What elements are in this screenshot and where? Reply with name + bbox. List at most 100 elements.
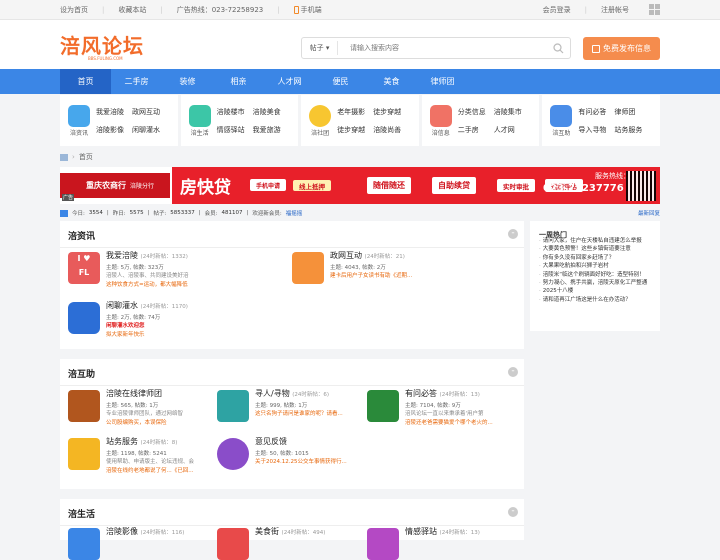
quick-link[interactable]: 老年摄影 <box>337 107 365 117</box>
news-icon[interactable] <box>68 105 90 127</box>
ad-banner[interactable]: 重庆农商行 涪陵分行 广告 房快贷 手机申请 线上抵押 随借随还 自助续贷 实时审… <box>60 167 660 204</box>
forum-desc: 涪陵人、涪陵事、共同建设美好涪 <box>106 273 189 279</box>
forum-desc: 闲聊灌水欢迎您 <box>106 323 145 329</box>
search-input[interactable]: 请输入搜索内容 <box>338 43 546 53</box>
quick-card-label: 涪资讯 <box>69 130 88 137</box>
clubs-icon[interactable] <box>309 105 332 127</box>
nav-food[interactable]: 美食 <box>366 69 417 94</box>
quick-link[interactable]: 二手房 <box>458 125 486 135</box>
hot-item[interactable]: 涪陵米“临这个刷辆面好好吃：造型特别！ <box>539 271 659 279</box>
nav-services[interactable]: 便民 <box>315 69 366 94</box>
breadcrumb-home[interactable]: 首页 <box>79 152 93 162</box>
latest-reply-link[interactable]: 最新回复 <box>638 209 660 217</box>
main-nav: 首页 二手房 装修 相亲 人才网 便民 美食 律师团 <box>0 69 720 94</box>
forum-last-post[interactable]: 这种饮食方式=运动，都大幅降低 <box>106 280 188 288</box>
section-life: 涪生活 - 涪陵影像 (24时新帖：116) 美食街 (24时新帖：494) 情… <box>60 499 524 560</box>
forum-name[interactable]: 闲聊灌水 <box>106 301 138 310</box>
quick-link[interactable]: 律师团 <box>614 107 642 117</box>
quick-card-label: 涪互助 <box>552 130 571 137</box>
collapse-icon[interactable]: - <box>508 367 518 377</box>
quick-link[interactable]: 政网互动 <box>132 107 160 117</box>
quick-link[interactable]: 分类信息 <box>458 107 486 117</box>
ad-brand-sub: 涪陵分行 <box>130 183 155 190</box>
forum-name[interactable]: 意见反馈 <box>255 437 287 446</box>
divider: | <box>102 5 105 14</box>
forum-last-post[interactable]: 这只名狗子请问是谁家的呢？请看... <box>255 409 343 417</box>
forum-name[interactable]: 政网互动 <box>330 251 362 260</box>
forum-last-post[interactable]: 涪陵还老爸需要猫爱个哪个老火的... <box>405 418 493 426</box>
quick-link[interactable]: 涪陵楼市 <box>217 107 245 117</box>
divider: | <box>198 210 201 216</box>
quick-link[interactable]: 涪陵尚善 <box>373 125 401 135</box>
quick-link[interactable]: 徒步穿越 <box>373 107 401 117</box>
bookmark-link[interactable]: 收藏本站 <box>118 5 146 15</box>
quick-link[interactable]: 涪陵美食 <box>253 107 281 117</box>
quick-link[interactable]: 涪陵集市 <box>494 107 522 117</box>
quick-link[interactable]: 徒步穿越 <box>337 125 365 135</box>
nav-lawyers[interactable]: 律师团 <box>417 69 468 94</box>
ad-hotline: 广告热线：023-72258923 <box>176 5 264 14</box>
food-icon <box>217 528 249 560</box>
search-category-select[interactable]: 帖子 ▾ <box>302 41 338 55</box>
set-homepage-link[interactable]: 设为首页 <box>60 5 88 15</box>
hot-item[interactable]: 你有多久没有回家乡赶场了？ <box>539 254 659 262</box>
forum-name[interactable]: 有问必答 <box>405 389 437 398</box>
quick-link[interactable]: 情感驿站 <box>217 125 245 135</box>
forum-last-post[interactable]: 拟大家新年快乐 <box>106 330 145 338</box>
hot-item[interactable]: 请问大家，住户在天楼私自违建怎么举报 <box>539 237 659 245</box>
quick-link[interactable]: 我爱旅游 <box>253 125 281 135</box>
forum-name[interactable]: 站务服务 <box>106 437 138 446</box>
life-icon[interactable] <box>188 105 211 127</box>
hot-item[interactable]: 2025十八楼 <box>539 287 659 295</box>
forum-name[interactable]: 寻人/寻物 <box>255 389 290 398</box>
forum-last-post[interactable]: 公司股编购买，本误保险 <box>106 418 167 426</box>
quick-link[interactable]: 人才网 <box>494 125 522 135</box>
breadcrumb-sep: › <box>72 153 75 161</box>
mobile-link[interactable]: 手机端 <box>293 5 322 15</box>
collapse-icon[interactable]: - <box>508 229 518 239</box>
newest-member-link[interactable]: 福摇摇 <box>286 209 303 217</box>
register-link[interactable]: 注册帐号 <box>601 5 629 15</box>
nav-dating[interactable]: 相亲 <box>213 69 264 94</box>
nav-home[interactable]: 首页 <box>60 69 111 94</box>
forum-name[interactable]: 美食街 <box>255 527 279 536</box>
quick-link[interactable]: 闲聊灌水 <box>132 125 160 135</box>
forum-name[interactable]: 涪陵影像 <box>106 527 138 536</box>
nav-jobs[interactable]: 人才网 <box>264 69 315 94</box>
forum-name[interactable]: 情感驿站 <box>405 527 437 536</box>
forum-last-post[interactable]: 建卡后用户子女读书有助《近期... <box>330 271 412 279</box>
quick-link[interactable]: 站务服务 <box>614 125 642 135</box>
home-icon[interactable] <box>60 153 68 161</box>
search-icon[interactable] <box>546 38 570 58</box>
hot-item[interactable]: 大要黄色预警！这些乡镇街道要注意 <box>539 245 659 253</box>
quick-link[interactable]: 导入寻物 <box>578 125 606 135</box>
grid-icon[interactable] <box>649 4 660 15</box>
stat-posts: 5853337 <box>170 210 195 216</box>
login-link[interactable]: 会员登录 <box>543 5 571 15</box>
quick-link[interactable]: 我爱涪陵 <box>96 107 124 117</box>
hot-item[interactable]: 努力凝心、携手共赢，涪陵天原化工严整通 <box>539 279 659 287</box>
hot-item[interactable]: 请和道再江广场这是什么在办活动？ <box>539 296 659 304</box>
forum-name[interactable]: 涪陵在线律师团 <box>106 389 162 398</box>
forum-last-post[interactable]: 涪陵在线约老地都说了何...《已回... <box>106 466 194 474</box>
post-info-button[interactable]: 免费发布信息 <box>583 37 660 60</box>
forum-name[interactable]: 我爱涪陵 <box>106 251 138 260</box>
divider: | <box>246 210 249 216</box>
ad-brand-name: 重庆农商行 <box>86 181 126 190</box>
nav-second-hand-house[interactable]: 二手房 <box>111 69 162 94</box>
forum-last-post[interactable]: 关于2024.12.25公交车事情获得行... <box>255 457 347 465</box>
quick-link[interactable]: 有问必答 <box>578 107 606 117</box>
ad-pill: 随借随还 <box>367 177 411 194</box>
site-logo[interactable]: 涪风论坛 <box>60 30 144 59</box>
hot-item[interactable]: 大果果吃航拍和兴狮子岩村 <box>539 262 659 270</box>
section-news: 涪资讯 - I ♥ FL 我爱涪陵 (24时新帖：1332) 主题: 5万, 帖数… <box>60 221 524 349</box>
stat-today: 3554 <box>88 210 103 216</box>
collapse-icon[interactable]: - <box>508 507 518 517</box>
info-icon[interactable] <box>429 105 452 127</box>
search-box: 帖子 ▾ 请输入搜索内容 <box>301 37 571 59</box>
nav-decoration[interactable]: 装修 <box>162 69 213 94</box>
help-icon[interactable] <box>550 105 573 127</box>
ad-brand: 重庆农商行 涪陵分行 <box>60 173 170 198</box>
quick-link[interactable]: 涪陵影像 <box>96 125 124 135</box>
hot-list: 请问大家，住户在天楼私自违建怎么举报 大要黄色预警！这些乡镇街道要注意 你有多久… <box>539 237 659 304</box>
